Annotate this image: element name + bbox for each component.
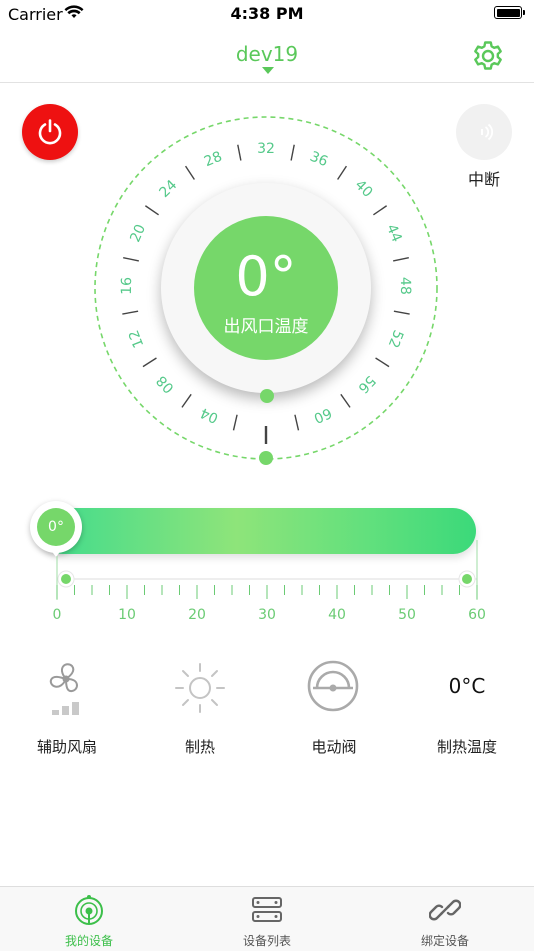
device-list-icon — [252, 897, 282, 922]
scale-handle-dot — [462, 574, 472, 584]
dial-tick-mark — [122, 310, 139, 315]
dial-tick-label: 40 — [352, 177, 376, 201]
dial-tick-label: 12 — [126, 328, 147, 350]
dial-tick-mark — [373, 205, 388, 216]
tab-my-devices-label: 我的设备 — [64, 934, 113, 948]
fan-label: 辅助风扇 — [36, 738, 97, 756]
dial-tick-mark — [181, 393, 192, 408]
outlet-temperature-value: 0° — [235, 245, 297, 308]
dial-tick-mark — [184, 165, 195, 180]
device-title[interactable]: dev19 — [0, 42, 534, 66]
dial-tick-label: 24 — [156, 177, 180, 201]
dial-tick-mark — [290, 144, 295, 161]
heating-label: 制热 — [184, 738, 215, 756]
dial-tick-mark — [294, 414, 300, 431]
gear-icon[interactable] — [471, 39, 505, 73]
dial-tick-label: 04 — [198, 404, 221, 426]
scale-label: 20 — [188, 607, 206, 623]
link-icon — [429, 899, 461, 921]
status-bar: Carrier 4:38 PM — [0, 0, 534, 30]
valve-label: 电动阀 — [311, 738, 357, 756]
dial-tick-label: 20 — [127, 222, 149, 245]
scale-label: 0 — [52, 607, 62, 623]
tab-bind-device-label: 绑定设备 — [420, 934, 469, 948]
tab-device-list[interactable]: 设备列表 — [178, 886, 356, 950]
dial-tick-mark — [232, 414, 238, 431]
dial-tick-mark — [340, 393, 351, 408]
fan-icon[interactable] — [36, 658, 96, 718]
tab-device-list-label: 设备列表 — [242, 934, 291, 948]
tab-my-devices[interactable]: 我的设备 — [0, 886, 178, 950]
dial-tick-mark — [123, 256, 139, 262]
dial-center-handle[interactable] — [259, 388, 275, 404]
temperature-scale — [56, 540, 478, 600]
scale-label: 30 — [258, 607, 276, 623]
scale-label: 60 — [468, 607, 486, 623]
heating-temperature-label: 制热温度 — [436, 738, 497, 756]
my-device-icon — [75, 895, 103, 925]
dial-tick-mark — [393, 310, 410, 315]
scale-label: 40 — [328, 607, 346, 623]
dial-tick-label: 32 — [257, 141, 275, 157]
sun-icon[interactable] — [170, 658, 230, 718]
dial-tick-label: 36 — [307, 149, 330, 171]
dial-tick-mark — [375, 357, 390, 368]
dial-tick-mark — [393, 256, 409, 262]
dial-tick-mark — [237, 144, 242, 161]
dial-tick-mark — [142, 357, 157, 368]
dial-tick-mark — [144, 205, 159, 216]
dial-tick-label: 44 — [383, 222, 405, 245]
tab-bind-device[interactable]: 绑定设备 — [356, 886, 534, 950]
dial-tick-label: 16 — [119, 277, 135, 295]
scale-label: 10 — [118, 607, 136, 623]
dial-handle — [259, 451, 273, 465]
outlet-temperature-label: 出风口温度 — [223, 317, 309, 337]
battery-tip — [523, 10, 525, 15]
dial-tick-label: 52 — [385, 328, 406, 350]
clock: 4:38 PM — [230, 4, 304, 23]
scale-label: 50 — [398, 607, 416, 623]
dial-tick-label: 48 — [397, 277, 413, 295]
nav-bar: dev19 — [0, 30, 534, 83]
valve-icon[interactable] — [303, 658, 363, 718]
battery-icon — [494, 6, 522, 19]
dial-tick-mark — [337, 165, 348, 180]
dial-tick-label: 08 — [154, 372, 178, 396]
scale-handle-dot — [61, 574, 71, 584]
dial-tick-label: 28 — [202, 149, 225, 171]
chevron-down-icon[interactable] — [262, 67, 274, 74]
heating-temperature-value[interactable]: 0°C — [437, 674, 497, 698]
dial-tick-label: 56 — [354, 372, 378, 396]
dial-tick-label: 60 — [311, 404, 334, 426]
